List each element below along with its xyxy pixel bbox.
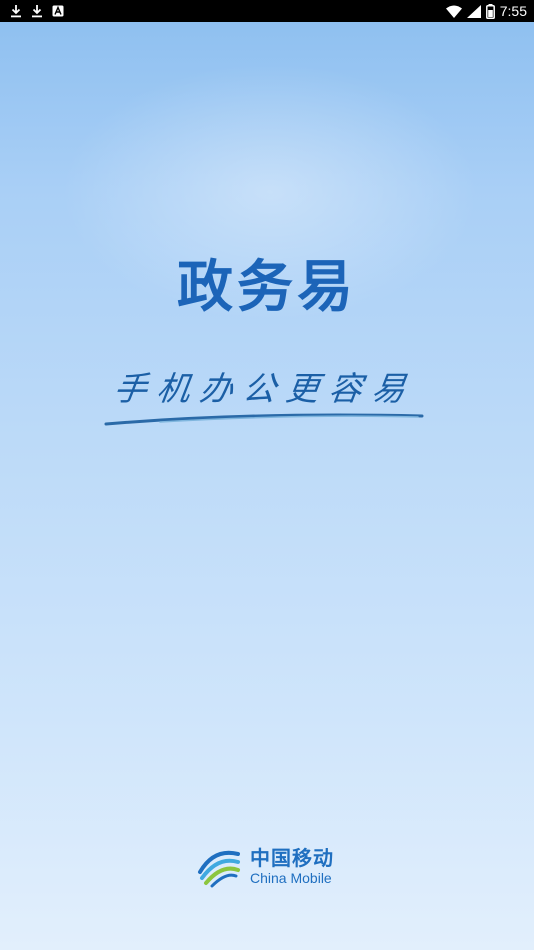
system-icons: 7:55 [441,3,527,19]
brand-name-cn: 中国移动 [250,846,334,870]
splash-screen: 政务易 手机办公更容易 中国移动 China Mobile [0,22,534,950]
download-icon [31,4,43,18]
wifi-icon [445,5,462,18]
download-icon [10,4,22,18]
china-mobile-logo-icon [196,842,242,892]
battery-icon [485,3,495,19]
app-title: 政务易 [177,255,357,320]
brand-name-en: China Mobile [250,870,332,886]
signal-icon [466,4,481,18]
accessibility-icon [52,5,64,17]
notification-icons [10,4,73,18]
china-mobile-brand: 中国移动 China Mobile [196,842,334,892]
slogan-underline [104,413,424,426]
status-bar: 7:55 [0,0,534,22]
status-time: 7:55 [499,3,527,19]
slogan: 手机办公更容易 [100,362,430,432]
